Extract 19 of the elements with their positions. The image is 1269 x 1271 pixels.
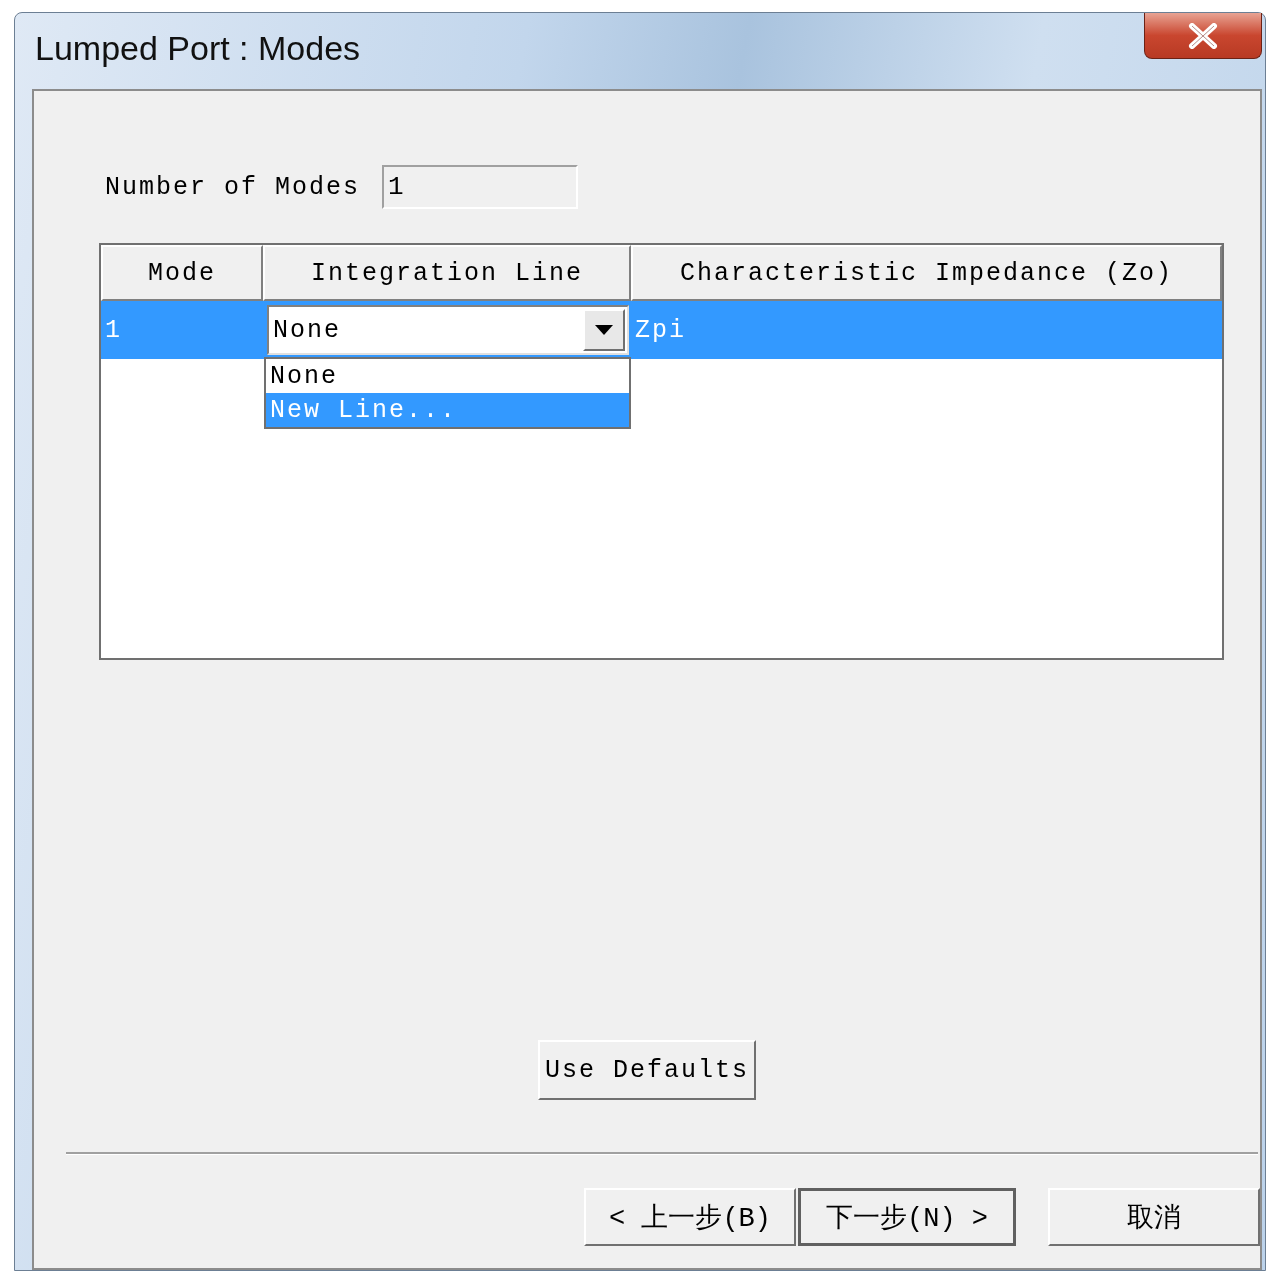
column-header[interactable]: Integration Line — [263, 245, 631, 301]
close-button[interactable] — [1144, 13, 1262, 59]
use-defaults-button[interactable]: Use Defaults — [538, 1040, 756, 1100]
footer-button[interactable]: 取消 — [1048, 1188, 1260, 1246]
window-title: Lumped Port : Modes — [35, 29, 361, 68]
close-icon — [1186, 22, 1220, 49]
column-header[interactable]: Characteristic Impedance (Zo) — [631, 245, 1222, 301]
footer-button[interactable]: 下一步(N) > — [798, 1188, 1016, 1246]
dropdown-option[interactable]: None — [266, 359, 629, 393]
field-label: Number of Modes — [105, 172, 361, 202]
caret-icon — [595, 325, 613, 335]
table-cell: 1 — [101, 301, 263, 359]
column-header[interactable]: Mode — [101, 245, 263, 301]
footer-button[interactable]: < 上一步(B) — [584, 1188, 796, 1246]
dropdown-arrow-button[interactable] — [583, 309, 625, 351]
integration-line-dropdown[interactable]: None — [267, 305, 629, 355]
dropdown-value: None — [272, 315, 341, 345]
modes-input-field[interactable]: 1 — [382, 165, 579, 209]
table-cell: Zpi — [631, 301, 1222, 359]
